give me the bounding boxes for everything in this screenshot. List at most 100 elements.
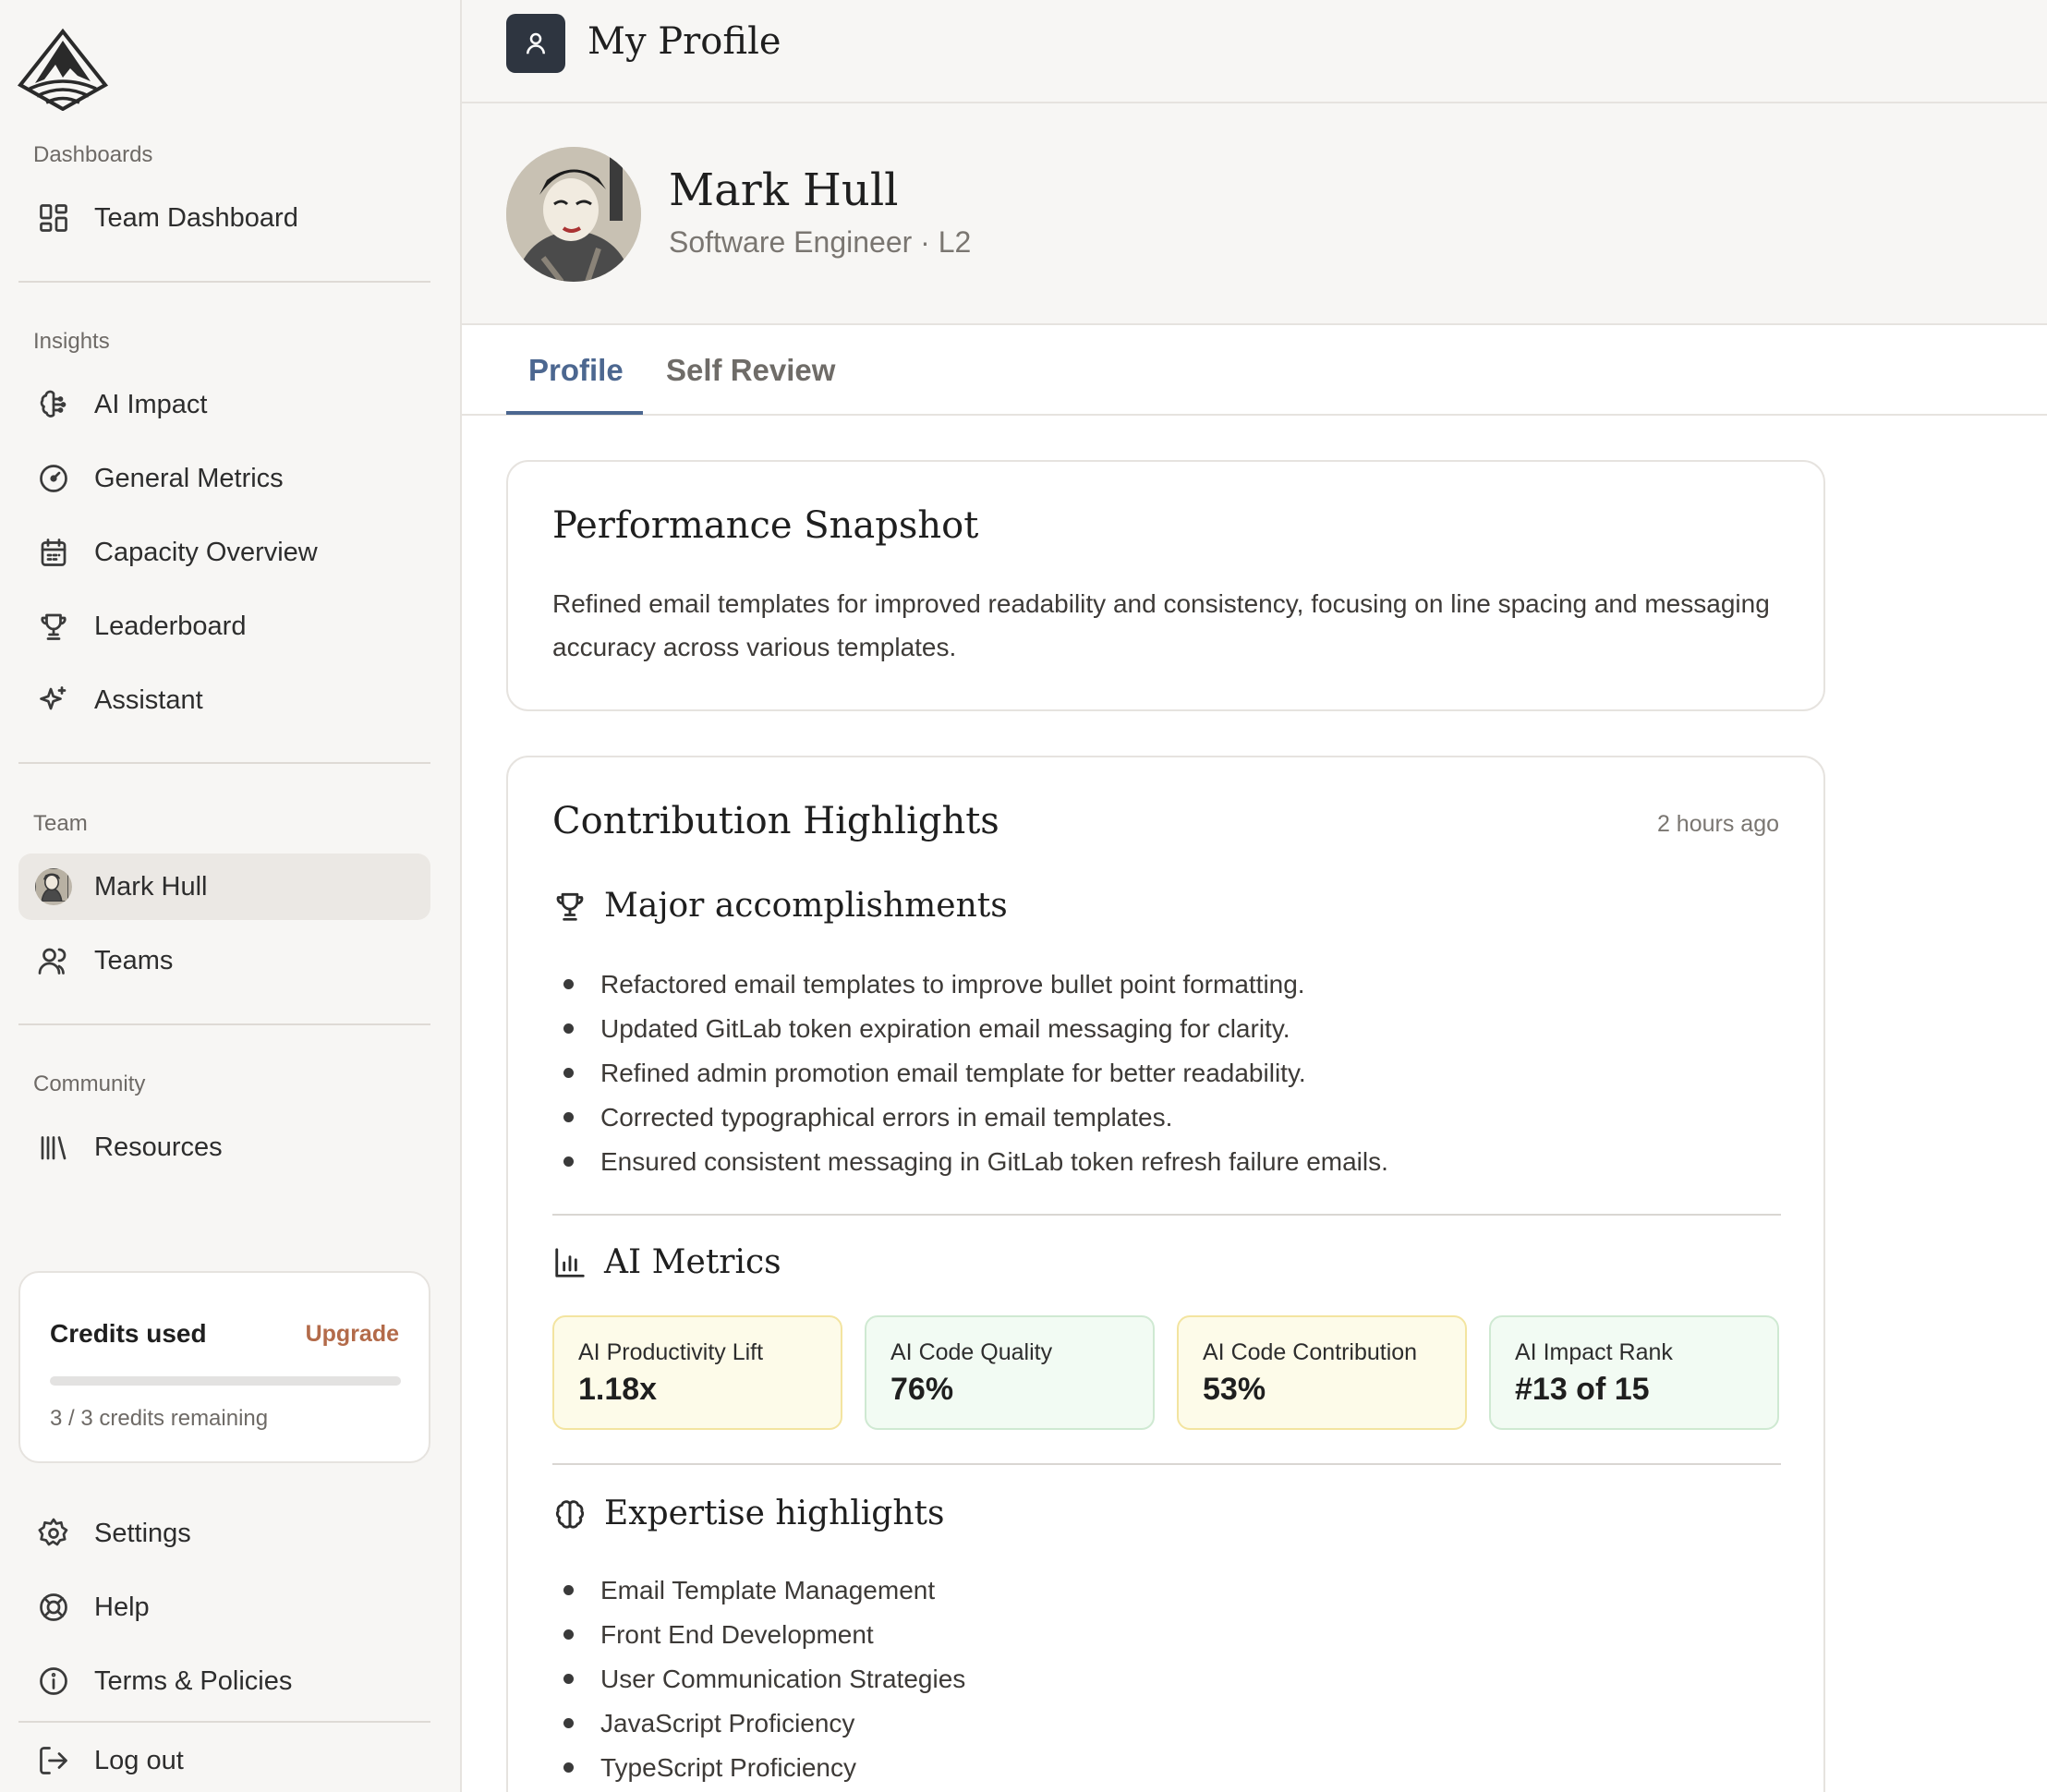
credits-card: Credits used Upgrade 3 / 3 credits remai… (18, 1271, 430, 1463)
avatar (506, 147, 641, 282)
brain-icon (555, 1499, 585, 1529)
sidebar-item-capacity-overview[interactable]: Capacity Overview (18, 519, 430, 586)
credits-remaining: 3 / 3 credits remaining (50, 1406, 269, 1431)
sidebar-divider (18, 1023, 430, 1025)
profile-name: Mark Hull (669, 164, 899, 216)
metric-label: AI Code Contribution (1203, 1339, 1418, 1365)
tab-profile[interactable]: Profile (528, 353, 624, 388)
ai-metrics-heading: AI Metrics (552, 1243, 781, 1281)
users-icon (35, 942, 72, 979)
sidebar-item-help[interactable]: Help (18, 1574, 430, 1641)
list-item: JavaScript Proficiency (552, 1701, 965, 1746)
tab-self-review[interactable]: Self Review (666, 353, 835, 388)
trophy-icon (35, 608, 72, 645)
mountain-logo-icon[interactable] (17, 28, 109, 112)
credits-title: Credits used (50, 1319, 207, 1348)
expertise-list: Email Template Management Front End Deve… (552, 1568, 965, 1790)
brain-circuit-icon (35, 386, 72, 423)
avatar (35, 868, 72, 905)
expertise-heading: Expertise highlights (552, 1495, 944, 1532)
trophy-icon (556, 892, 584, 921)
user-icon (506, 14, 565, 73)
card-title: Performance Snapshot (552, 504, 979, 547)
updated-timestamp: 2 hours ago (1656, 811, 1779, 837)
sidebar-item-mark-hull[interactable]: Mark Hull (18, 854, 430, 920)
sidebar-item-assistant[interactable]: Assistant (18, 667, 430, 733)
credits-progress-bar (50, 1376, 401, 1386)
list-item: Ensured consistent messaging in GitLab t… (552, 1140, 1388, 1184)
sidebar-item-label: Resources (94, 1132, 223, 1162)
sidebar-item-label: Team Dashboard (94, 202, 298, 233)
metric-value: 53% (1203, 1372, 1266, 1407)
sidebar-item-label: Terms & Policies (94, 1665, 293, 1696)
metric-card-impact-rank: AI Impact Rank #13 of 15 (1489, 1315, 1779, 1430)
list-item: Front End Development (552, 1613, 965, 1657)
sidebar-item-label: Settings (94, 1518, 191, 1548)
sidebar: Dashboards Team Dashboard Insights AI Im… (0, 0, 462, 1792)
gear-icon (35, 1515, 72, 1552)
sidebar-item-settings[interactable]: Settings (18, 1500, 430, 1567)
avatar-wrapper (35, 868, 72, 905)
sidebar-item-label: Mark Hull (94, 871, 208, 902)
sidebar-divider (18, 281, 430, 283)
profile-header: Mark Hull Software Engineer · L2 (462, 103, 2047, 325)
top-bar: My Profile (462, 0, 2047, 103)
bar-chart-icon (555, 1247, 585, 1277)
sidebar-divider (18, 1721, 430, 1723)
section-label-community: Community (33, 1072, 146, 1096)
section-divider (552, 1214, 1781, 1216)
library-icon (35, 1129, 72, 1166)
life-buoy-icon (35, 1589, 72, 1626)
sidebar-item-label: Assistant (94, 684, 203, 715)
section-label-dashboards: Dashboards (33, 142, 153, 167)
sub-heading-label: Major accomplishments (604, 887, 1008, 925)
sidebar-item-general-metrics[interactable]: General Metrics (18, 445, 430, 512)
list-item: Email Template Management (552, 1568, 965, 1613)
metric-value: 1.18x (578, 1372, 658, 1407)
sidebar-item-label: General Metrics (94, 463, 284, 493)
sidebar-item-label: Teams (94, 945, 174, 975)
dashboard-grid-icon (35, 200, 72, 236)
sub-heading-label: AI Metrics (604, 1243, 781, 1281)
metric-label: AI Productivity Lift (578, 1339, 764, 1365)
list-item: Refactored email templates to improve bu… (552, 963, 1388, 1007)
list-item: User Communication Strategies (552, 1657, 965, 1701)
metric-card-code-contribution: AI Code Contribution 53% (1177, 1315, 1467, 1430)
metric-value: #13 of 15 (1515, 1372, 1650, 1407)
sidebar-item-team-dashboard[interactable]: Team Dashboard (18, 185, 430, 251)
sidebar-item-ai-impact[interactable]: AI Impact (18, 371, 430, 438)
sidebar-item-teams[interactable]: Teams (18, 927, 430, 994)
metric-value: 76% (890, 1372, 954, 1407)
sidebar-item-label: Help (94, 1592, 150, 1622)
gauge-icon (35, 460, 72, 497)
page-title: My Profile (587, 20, 781, 63)
metric-card-productivity-lift: AI Productivity Lift 1.18x (552, 1315, 842, 1430)
section-divider (552, 1463, 1781, 1465)
log-out-icon (35, 1742, 72, 1779)
info-icon (35, 1663, 72, 1700)
sidebar-item-label: Capacity Overview (94, 537, 318, 567)
sub-heading-label: Expertise highlights (604, 1495, 945, 1532)
profile-role: Software Engineer · L2 (669, 225, 972, 259)
sidebar-item-leaderboard[interactable]: Leaderboard (18, 593, 430, 660)
contribution-highlights-card: Contribution Highlights 2 hours ago Majo… (506, 756, 1825, 1792)
list-item: Updated GitLab token expiration email me… (552, 1007, 1388, 1051)
sidebar-item-resources[interactable]: Resources (18, 1114, 430, 1181)
active-tab-indicator (506, 411, 643, 415)
metric-label: AI Code Quality (890, 1339, 1053, 1365)
profile-tabs: Profile Self Review (462, 325, 2047, 416)
metric-card-code-quality: AI Code Quality 76% (865, 1315, 1155, 1430)
section-label-insights: Insights (33, 329, 110, 354)
list-item: Refined admin promotion email template f… (552, 1051, 1388, 1096)
snapshot-text: Refined email templates for improved rea… (552, 589, 1770, 661)
sidebar-item-terms[interactable]: Terms & Policies (18, 1648, 430, 1714)
section-label-team: Team (33, 811, 88, 836)
upgrade-link[interactable]: Upgrade (306, 1321, 399, 1348)
sidebar-item-label: Log out (94, 1745, 184, 1775)
calendar-icon (35, 534, 72, 571)
sidebar-item-label: AI Impact (94, 389, 208, 419)
accomplishments-heading: Major accomplishments (552, 887, 1008, 925)
sidebar-item-logout[interactable]: Log out (18, 1727, 430, 1792)
card-title: Contribution Highlights (552, 800, 999, 842)
sidebar-item-label: Leaderboard (94, 611, 247, 641)
